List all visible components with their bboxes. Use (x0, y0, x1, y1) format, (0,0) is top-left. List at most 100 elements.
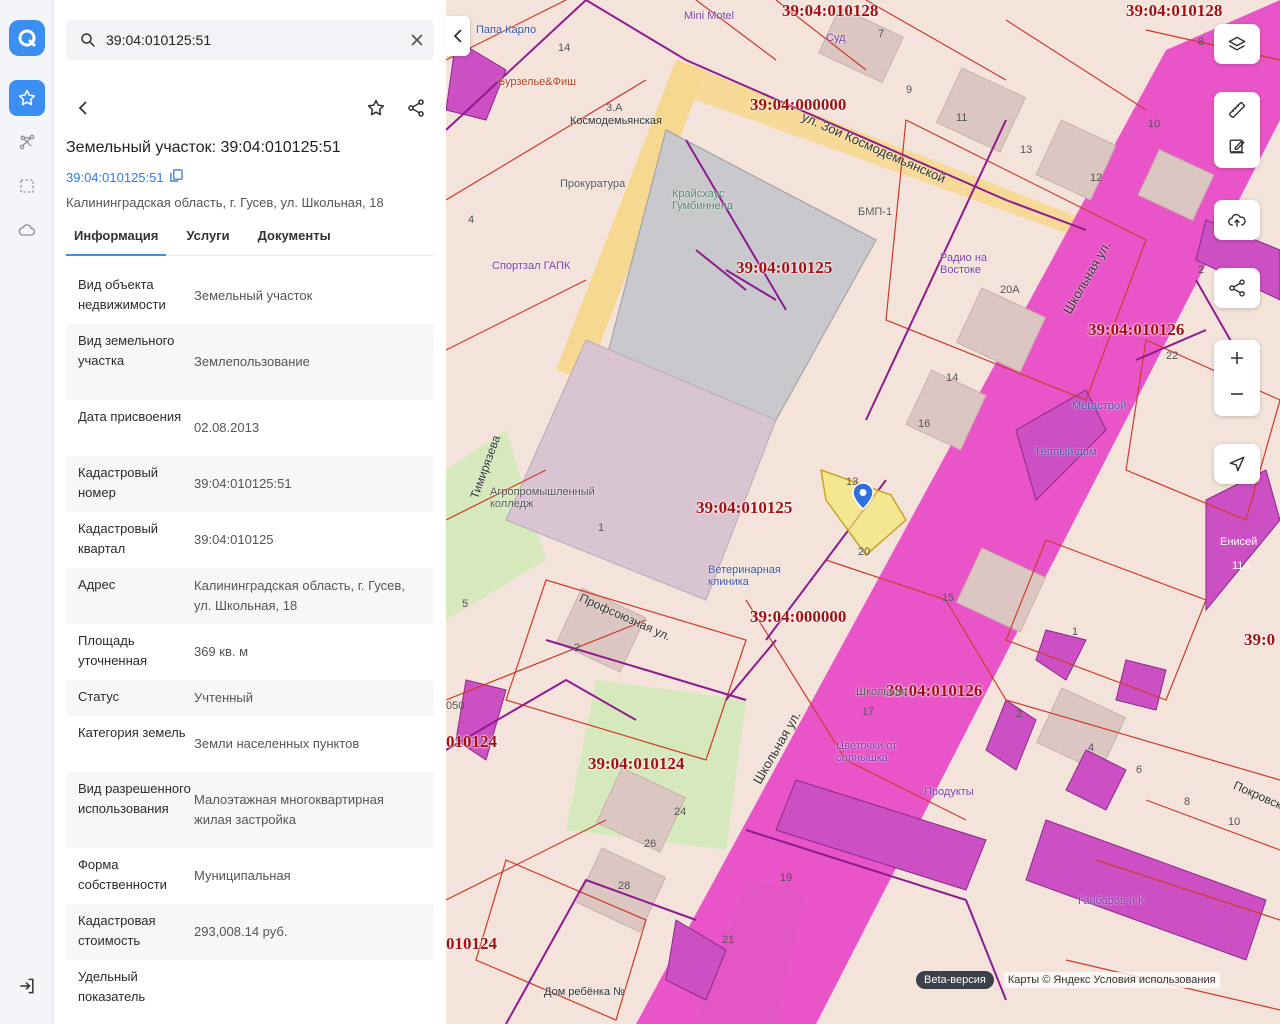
edit-icon[interactable] (1214, 128, 1260, 164)
layers-icon[interactable] (1214, 24, 1260, 64)
info-row: Статус Учтенный (66, 680, 434, 716)
house-number: 17 (862, 706, 875, 718)
house-number: 1 (598, 522, 605, 534)
house-number: 2 (1016, 708, 1023, 720)
cloud-icon[interactable] (9, 212, 45, 248)
row-value: 39:04:010125 (194, 532, 274, 547)
poi-label[interactable]: Крайсхаус Гумбиннена (672, 188, 752, 212)
share-map-control[interactable] (1214, 268, 1260, 308)
row-value: Землепользование (194, 354, 310, 369)
row-value: Малоэтажная многоквартирная жилая застро… (194, 792, 384, 827)
clear-icon[interactable] (400, 34, 434, 46)
layers-control[interactable] (1214, 24, 1260, 64)
house-number: 14 (946, 372, 959, 384)
cadastral-label: 39:04:000000 (750, 607, 847, 626)
cadastral-number-link[interactable]: 39:04:010125:51 (66, 169, 183, 185)
cadastral-label: 39:04:010126 (1088, 320, 1185, 339)
house-number: 2 (1198, 264, 1205, 276)
row-value: Земельный участок (194, 288, 313, 303)
copy-icon[interactable] (169, 169, 183, 185)
tab-documents[interactable]: Документы (250, 224, 339, 256)
poi-label[interactable]: Продукты (924, 786, 974, 798)
poi-label[interactable]: Mini Motel (684, 10, 734, 22)
cadastral-label: 39:04:010124 (588, 754, 685, 773)
poi-label[interactable]: Дом ребёнка № (544, 986, 625, 998)
cadastral-label: 39:04:010125 (736, 258, 833, 277)
route-nodes-icon[interactable] (9, 124, 45, 160)
favorite-star-icon[interactable] (358, 90, 394, 126)
search-input[interactable] (106, 20, 400, 60)
search-icon (70, 31, 106, 49)
house-number: 7 (878, 28, 885, 40)
share-icon[interactable] (398, 90, 434, 126)
house-number: 5 (462, 598, 469, 610)
row-key: Вид разрешенного использования (78, 781, 191, 816)
row-value (194, 967, 422, 1009)
tab-information[interactable]: Информация (66, 224, 167, 256)
tab-services[interactable]: Услуги (178, 224, 237, 256)
poi-label[interactable]: Мегастрой (1072, 400, 1126, 412)
page-title: Земельный участок: 39:04:010125:51 (66, 139, 341, 156)
poi-label[interactable]: Енисей (1220, 536, 1257, 548)
cadastral-number-text[interactable]: 39:04:010125:51 (66, 170, 164, 185)
row-value: Муниципальная (194, 868, 291, 883)
row-key: Удельный показатель (78, 969, 146, 1004)
row-value: 39:04:010125:51 (194, 476, 292, 491)
house-number: 11 (956, 112, 968, 124)
select-area-icon[interactable] (9, 168, 45, 204)
row-key: Статус (78, 689, 120, 704)
favorites-star-icon[interactable] (9, 80, 45, 116)
zoom-out-icon[interactable] (1214, 376, 1260, 412)
row-key: Кадастровый квартал (78, 521, 159, 556)
info-row: Форма собственности Муниципальная (66, 848, 434, 904)
poi-label[interactable]: Школьная (856, 686, 907, 698)
poi-label[interactable]: Спортзал ГАПК (492, 260, 570, 272)
house-number: 24 (674, 806, 687, 818)
house-number: 8 (1184, 796, 1191, 808)
ruler-icon[interactable] (1214, 92, 1260, 128)
house-number: 21 (722, 934, 735, 946)
map-attribution[interactable]: Карты © Яндекс Условия использования (1003, 972, 1220, 988)
app-logo-icon[interactable] (9, 20, 45, 56)
poi-label[interactable]: Ганбаров и К (1078, 895, 1144, 907)
house-number: 11А (1232, 560, 1251, 572)
cadastral-label: 39:04:010128 (1126, 1, 1223, 20)
zoom-control (1214, 340, 1260, 416)
row-key: Вид объекта недвижимости (78, 277, 166, 312)
row-key: Площадь уточненная (78, 633, 148, 668)
location-pin-icon[interactable] (852, 482, 874, 515)
search-box (66, 20, 434, 60)
back-arrow-icon[interactable] (66, 90, 102, 126)
poi-label[interactable]: Ветеринарная клиника (708, 564, 781, 588)
row-value: Земли населенных пунктов (194, 736, 360, 751)
info-row: Удельный показатель (66, 960, 434, 1016)
upload-control[interactable] (1214, 200, 1260, 240)
poi-label[interactable]: Радио на Востоке (940, 252, 1000, 276)
cadastral-label: 39:04:010128 (782, 1, 879, 20)
info-table: Вид объекта недвижимости Земельный участо… (66, 268, 434, 1016)
collapse-panel-button[interactable] (446, 16, 470, 56)
logout-icon[interactable] (9, 968, 45, 1004)
navigation-arrow-icon[interactable] (1214, 444, 1260, 484)
poi-label[interactable]: Папа Карло (476, 24, 536, 36)
zoom-in-icon[interactable] (1214, 340, 1260, 376)
poi-label[interactable]: Тёплый дом (1034, 446, 1096, 458)
info-row: Категория земель Земли населенных пунктов (66, 716, 434, 772)
house-number: 16 (918, 418, 931, 430)
poi-label[interactable]: БМП-1 (858, 206, 892, 218)
poi-label[interactable]: Агропромышленный колледж (490, 486, 630, 510)
row-value: Калининградская область, г. Гусев, ул. Ш… (194, 578, 405, 613)
house-number: 19 (780, 872, 793, 884)
poi-label[interactable]: Цветочки от солнышка (836, 740, 906, 764)
row-key: Категория земель (78, 725, 186, 740)
poi-label[interactable]: Бурзелье&Фиш (498, 76, 576, 88)
map-view[interactable]: 39:04:010128 39:04:010128 39:04:000000 3… (446, 0, 1280, 1024)
share-icon[interactable] (1214, 268, 1260, 308)
map-footer: Beta-версия Карты © Яндекс Условия испол… (916, 970, 1220, 990)
row-key: Дата присвоения (78, 409, 182, 424)
poi-label[interactable]: Суд (826, 32, 846, 44)
geolocation-control[interactable] (1214, 444, 1260, 484)
poi-label[interactable]: Прокуратура (560, 178, 625, 190)
house-number: 4 (1088, 742, 1095, 754)
cloud-upload-icon[interactable] (1214, 200, 1260, 240)
